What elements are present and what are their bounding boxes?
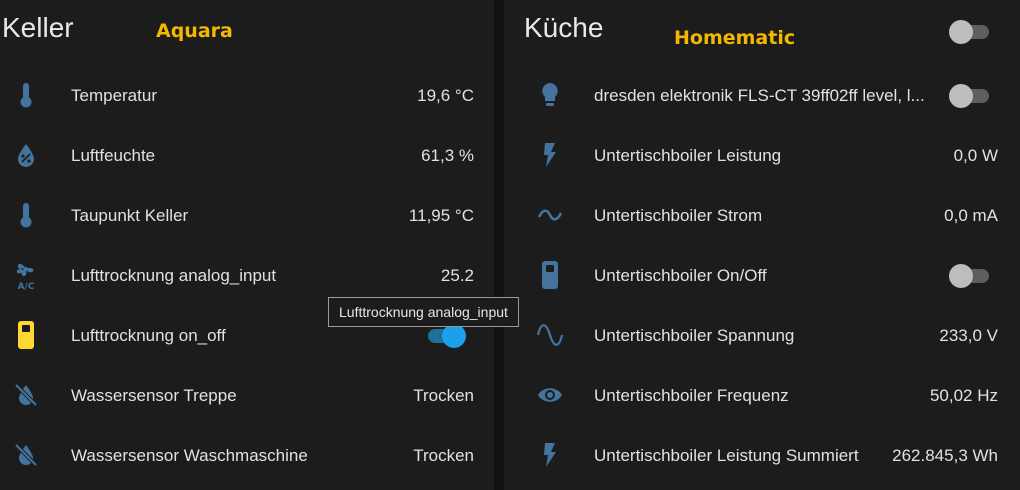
entity-row-wassersensor-waschmaschine[interactable]: Wassersensor Waschmaschine Trocken — [0, 425, 494, 485]
entity-value: 0,0 mA — [944, 206, 998, 225]
entity-value: 11,95 °C — [408, 206, 474, 225]
entity-label: Untertischboiler Leistung — [594, 146, 782, 165]
entity-label: Untertischboiler On/Off — [594, 266, 767, 285]
entity-value: 61,3 % — [421, 146, 474, 165]
entity-row-wassersensor-treppe[interactable]: Wassersensor Treppe Trocken — [0, 365, 494, 425]
toggle-thumb — [442, 324, 466, 348]
entity-label: Untertischboiler Frequenz — [594, 386, 789, 405]
current-ac-icon — [535, 200, 565, 230]
toggle-switch[interactable] — [949, 82, 993, 108]
entity-label: Temperatur — [71, 86, 157, 105]
entity-row-frequenz[interactable]: Untertischboiler Frequenz 50,02 Hz — [504, 365, 1020, 425]
water-off-icon — [11, 380, 41, 410]
lightbulb-icon — [535, 80, 565, 110]
flash-icon — [535, 440, 565, 470]
entity-label: Wassersensor Waschmaschine — [71, 446, 308, 465]
entity-value: Trocken — [413, 386, 474, 405]
entity-value: 233,0 V — [939, 326, 998, 345]
brand-label: Aquara — [156, 20, 233, 42]
brand-label: Homematic — [674, 27, 796, 49]
thermometer-icon — [11, 200, 41, 230]
switch-icon — [11, 320, 41, 350]
sine-wave-icon — [535, 320, 565, 350]
card-title: Küche — [524, 12, 604, 43]
flash-icon — [535, 140, 565, 170]
entity-row-leistung[interactable]: Untertischboiler Leistung 0,0 W — [504, 125, 1020, 185]
eye-icon — [535, 380, 565, 410]
entity-value: 19,6 °C — [417, 86, 474, 105]
entity-value: 262.845,3 Wh — [892, 446, 998, 465]
entity-label: Untertischboiler Strom — [594, 206, 763, 225]
toggle-thumb — [949, 264, 973, 288]
entity-label: Taupunkt Keller — [71, 206, 189, 225]
header-toggle-switch[interactable] — [949, 18, 993, 44]
entity-label: Wassersensor Treppe — [71, 386, 237, 405]
air-conditioner-icon: A/C — [11, 260, 41, 290]
entity-value: 0,0 W — [953, 146, 998, 165]
entity-row-strom[interactable]: Untertischboiler Strom 0,0 mA — [504, 185, 1020, 245]
svg-text:A/C: A/C — [18, 282, 35, 290]
entity-row-onoff[interactable]: Untertischboiler On/Off — [504, 245, 1020, 305]
entity-row-spannung[interactable]: Untertischboiler Spannung 233,0 V — [504, 305, 1020, 365]
entity-row-fls-ct[interactable]: dresden elektronik FLS-CT 39ff02ff level… — [504, 65, 1020, 125]
switch-icon — [535, 260, 565, 290]
toggle-thumb — [949, 84, 973, 108]
entity-value: Trocken — [413, 446, 474, 465]
thermometer-icon — [11, 80, 41, 110]
entity-label: Lufttrocknung on_off — [71, 326, 226, 345]
entity-row-temperatur[interactable]: Temperatur 19,6 °C — [0, 65, 494, 125]
entity-row-leistung-summiert[interactable]: Untertischboiler Leistung Summiert 262.8… — [504, 425, 1020, 485]
entity-value: 25.2 — [440, 266, 474, 285]
toggle-switch[interactable] — [949, 262, 993, 288]
entity-label: Untertischboiler Leistung Summiert — [594, 446, 859, 465]
toggle-thumb — [949, 20, 973, 44]
entity-row-luftfeuchte[interactable]: Luftfeuchte 61,3 % — [0, 125, 494, 185]
entity-label: Untertischboiler Spannung — [594, 326, 795, 345]
entity-row-lufttrocknung-analog[interactable]: A/C Lufttrocknung analog_input 25.2 — [0, 245, 494, 305]
water-percent-icon — [11, 140, 41, 170]
card-title: Keller — [2, 12, 74, 43]
entity-row-taupunkt[interactable]: Taupunkt Keller 11,95 °C — [0, 185, 494, 245]
tooltip: Lufttrocknung analog_input — [328, 297, 519, 327]
entity-label: Luftfeuchte — [71, 146, 156, 165]
entity-label: Lufttrocknung analog_input — [71, 266, 277, 285]
card-kueche: Küche Homematic dresden elektronik FLS-C… — [504, 0, 1020, 490]
entity-value: 50,02 Hz — [929, 386, 998, 405]
card-keller: Keller Aquara Temperatur 19,6 °C Luftfeu… — [0, 0, 494, 490]
entity-label: dresden elektronik FLS-CT 39ff02ff level… — [594, 86, 925, 105]
water-off-icon — [11, 440, 41, 470]
